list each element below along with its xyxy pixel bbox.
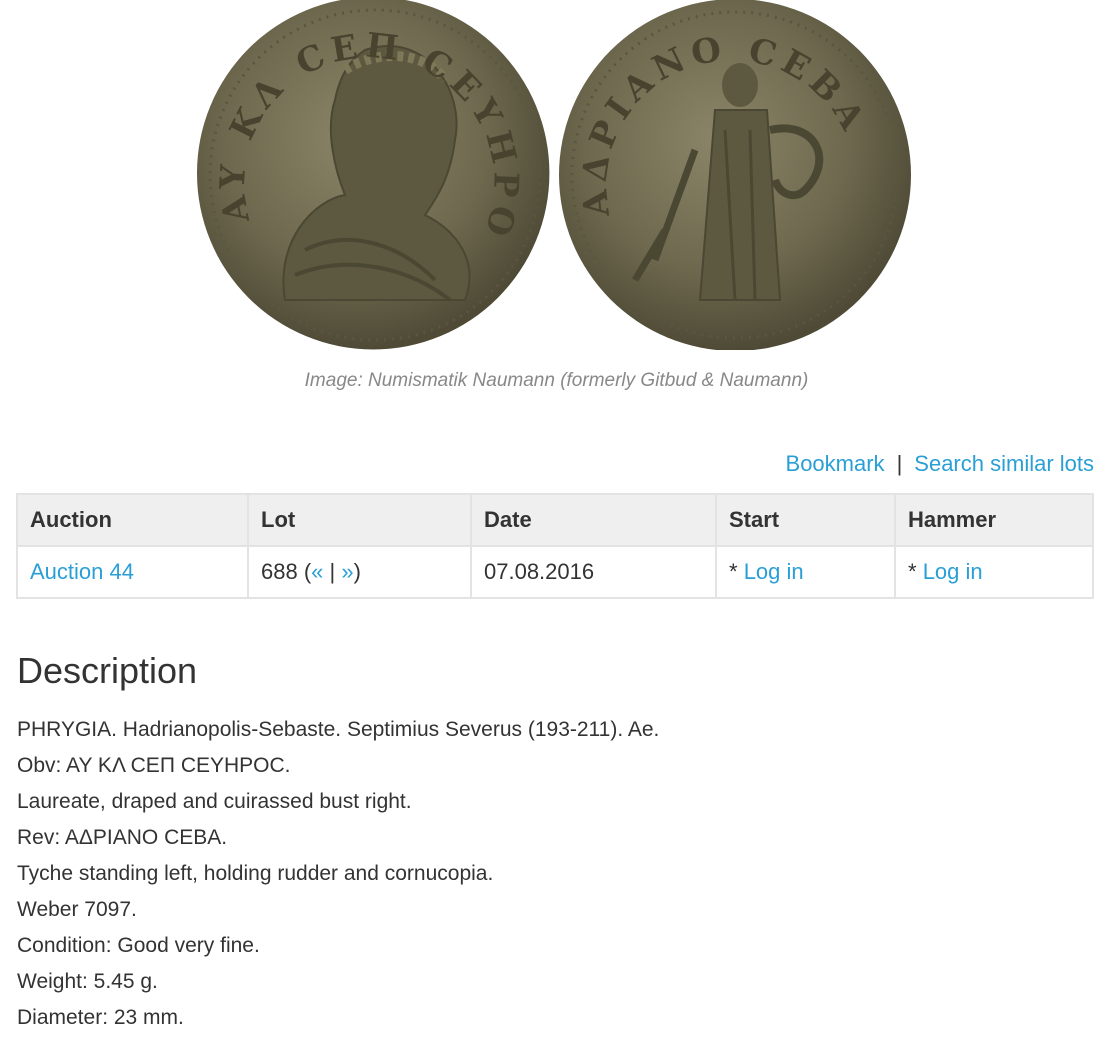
start-prefix: * (729, 559, 744, 584)
hammer-login-link[interactable]: Log in (923, 559, 983, 584)
coin-image: AY KΛ CEΠ CEYHPOC AΔPIANO CEBA (195, 0, 917, 350)
header-date: Date (470, 493, 717, 547)
image-caption: Image: Numismatik Naumann (formerly Gitb… (304, 370, 809, 391)
lot-actions: Bookmark | Search similar lots (786, 451, 1094, 477)
description-line: Condition: Good very fine. (17, 934, 260, 957)
header-start: Start (715, 493, 896, 547)
description-title: Description (17, 650, 198, 691)
search-similar-lots-link[interactable]: Search similar lots (914, 451, 1094, 476)
hammer-prefix: * (908, 559, 923, 584)
coin-photo: AY KΛ CEΠ CEYHPOC AΔPIANO CEBA (195, 0, 911, 350)
description-line: Laureate, draped and cuirassed bust righ… (17, 790, 412, 813)
table-row: Auction 44 688 (« | ») 07.08.2016 * Log … (16, 545, 1094, 599)
description-line: Tyche standing left, holding rudder and … (17, 862, 494, 885)
lot-close-paren: ) (353, 559, 361, 584)
description-line: Rev: AΔPIANO CEBA. (17, 826, 228, 849)
actions-separator: | (896, 451, 903, 476)
description-line: PHRYGIA. Hadrianopolis-Sebaste. Septimiu… (17, 718, 660, 741)
cell-date: 07.08.2016 (470, 545, 717, 599)
description-line: Diameter: 23 mm. (17, 1006, 184, 1029)
description-body: PHRYGIA. Hadrianopolis-Sebaste. Septimiu… (17, 712, 659, 1036)
lot-nav-separator: | (323, 559, 342, 584)
description-line: Weber 7097. (17, 898, 137, 921)
lot-table: Auction Lot Date Start Hammer Auction 44… (16, 493, 1094, 599)
cell-lot: 688 (« | ») (247, 545, 472, 599)
lot-number: 688 (261, 559, 298, 584)
bookmark-link[interactable]: Bookmark (786, 451, 885, 476)
lot-open-paren: ( (297, 559, 312, 584)
header-hammer: Hammer (894, 493, 1094, 547)
header-lot: Lot (247, 493, 472, 547)
previous-lot-link[interactable]: « (311, 559, 323, 584)
cell-hammer: * Log in (894, 545, 1094, 599)
start-login-link[interactable]: Log in (744, 559, 804, 584)
obverse-coin: AY KΛ CEΠ CEYHPOC (195, 0, 550, 350)
cell-start: * Log in (715, 545, 896, 599)
reverse-coin: AΔPIANO CEBA (559, 0, 911, 350)
description-line: Obv: AY KΛ CEΠ CEYHPOC. (17, 754, 291, 777)
auction-link[interactable]: Auction 44 (30, 559, 134, 584)
cell-auction: Auction 44 (16, 545, 249, 599)
header-auction: Auction (16, 493, 249, 547)
next-lot-link[interactable]: » (341, 559, 353, 584)
description-line: Weight: 5.45 g. (17, 970, 158, 993)
table-header-row: Auction Lot Date Start Hammer (16, 493, 1094, 547)
